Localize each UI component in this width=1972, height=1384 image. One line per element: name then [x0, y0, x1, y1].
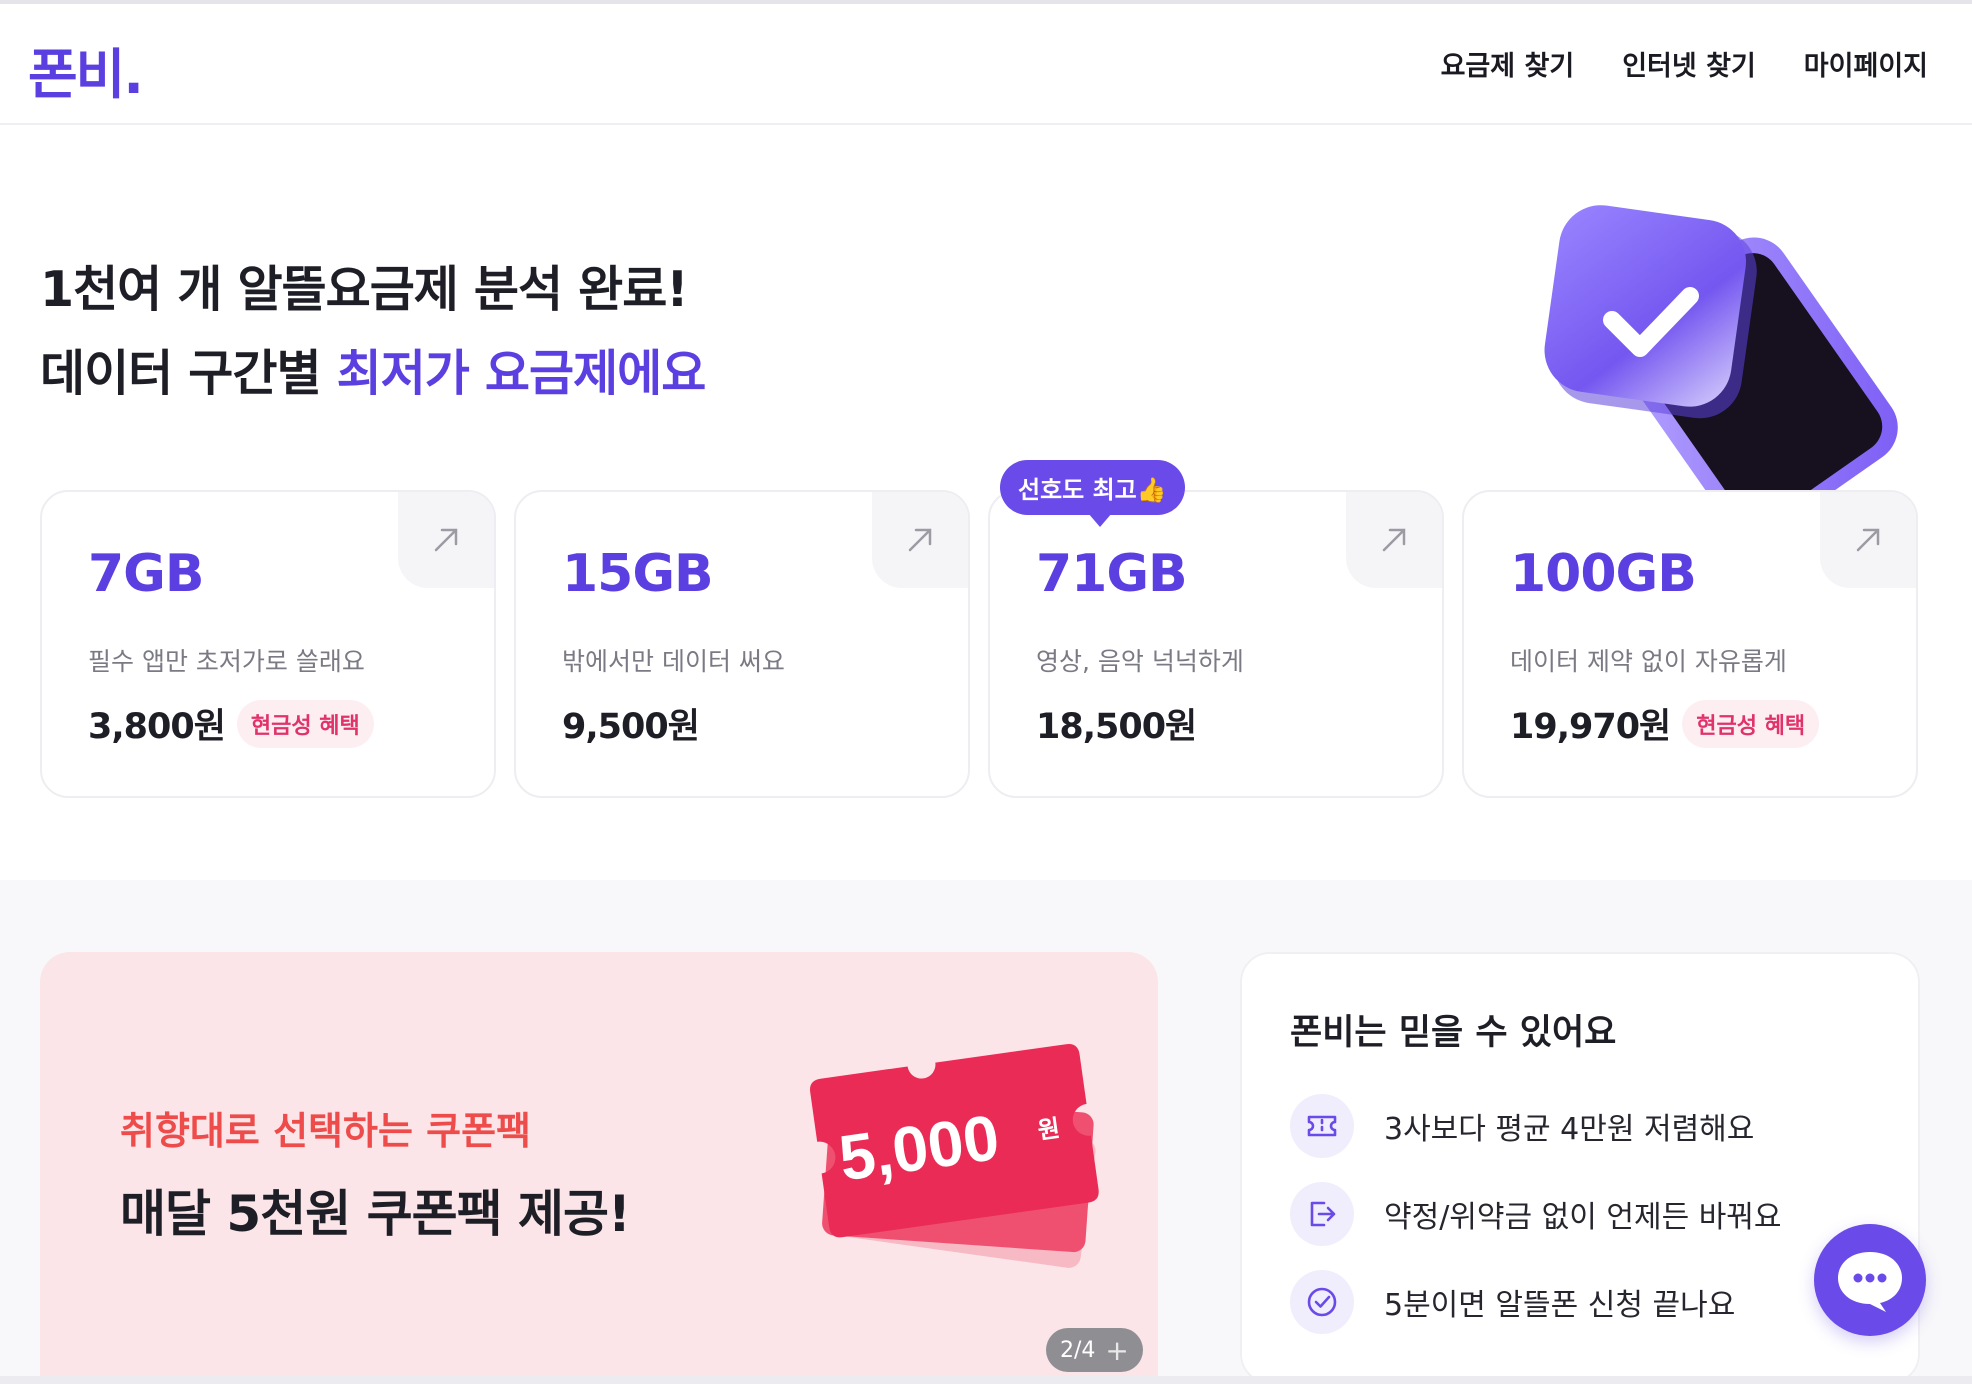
card-corner	[1346, 492, 1442, 588]
hero-line-1: 1천여 개 알뜰요금제 분석 완료!	[40, 261, 689, 318]
plan-card-100gb[interactable]: 100GB 데이터 제약 없이 자유롭게 19,970원 현금성 혜택	[1462, 490, 1918, 798]
nav-internet-finder[interactable]: 인터넷 찾기	[1622, 44, 1756, 83]
plus-icon: +	[1105, 1333, 1129, 1367]
bottom-border	[0, 1376, 1972, 1384]
plan-description: 밖에서만 데이터 써요	[562, 647, 785, 676]
cash-benefit-badge: 현금성 혜택	[236, 699, 374, 748]
hero-line-2: 데이터 구간별	[40, 345, 337, 402]
plan-card-71gb[interactable]: 71GB 영상, 음악 넉넉하게 18,500원	[988, 490, 1444, 798]
nav-plan-finder[interactable]: 요금제 찾기	[1441, 44, 1575, 83]
nav-mypage[interactable]: 마이페이지	[1804, 44, 1928, 83]
plan-card-7gb[interactable]: 7GB 필수 앱만 초저가로 쓸래요 3,800원 현금성 혜택	[40, 490, 496, 798]
coupon-unit: 원	[1036, 1114, 1062, 1145]
exit-icon	[1290, 1182, 1354, 1246]
trust-item: 5분이면 알뜰폰 신청 끝나요	[1290, 1270, 1735, 1334]
hero-title: 1천여 개 알뜰요금제 분석 완료! 데이터 구간별 최저가 요금제에요	[40, 248, 707, 416]
plan-description: 영상, 음악 넉넉하게	[1036, 647, 1244, 676]
plan-data-amount: 15GB	[562, 544, 714, 604]
price-row: 9,500원	[562, 698, 700, 749]
logo[interactable]: 폰비.	[28, 30, 144, 109]
plan-cards: 7GB 필수 앱만 초저가로 쓸래요 3,800원 현금성 혜택 15GB 밖에…	[40, 490, 1920, 800]
arrow-up-right-icon	[434, 528, 458, 552]
plan-data-amount: 7GB	[88, 544, 204, 604]
cash-benefit-badge: 현금성 혜택	[1682, 699, 1820, 748]
ticket-icon	[1290, 1094, 1354, 1158]
promo-title: 매달 5천원 쿠폰팩 제공!	[120, 1185, 631, 1243]
coupon-ticket-illustration: 5,000 원	[810, 1043, 1099, 1268]
hero-line-2-accent: 최저가 요금제에요	[336, 345, 707, 402]
plan-price: 9,500원	[562, 707, 700, 747]
price-row: 3,800원 현금성 혜택	[88, 698, 374, 749]
popular-tag: 선호도 최고👍	[1000, 460, 1185, 527]
main-nav: 요금제 찾기 인터넷 찾기 마이페이지	[1441, 44, 1928, 83]
trust-item: 약정/위약금 없이 언제든 바꿔요	[1290, 1182, 1782, 1246]
trust-title: 폰비는 믿을 수 있어요	[1290, 1013, 1617, 1053]
promo-subtitle: 취향대로 선택하는 쿠폰팩	[120, 1109, 532, 1153]
trust-item-label: 3사보다 평균 4만원 저렴해요	[1384, 1112, 1755, 1147]
card-corner	[872, 492, 968, 588]
chat-button[interactable]	[1814, 1224, 1926, 1336]
trust-item-label: 약정/위약금 없이 언제든 바꿔요	[1384, 1200, 1782, 1235]
plan-card-15gb[interactable]: 15GB 밖에서만 데이터 써요 9,500원	[514, 490, 970, 798]
banner-pager[interactable]: 2/4 +	[1046, 1328, 1143, 1372]
plan-description: 필수 앱만 초저가로 쓸래요	[88, 647, 365, 676]
coupon-promo-banner[interactable]: 취향대로 선택하는 쿠폰팩 매달 5천원 쿠폰팩 제공! 5,000 원 2/4…	[40, 952, 1158, 1384]
arrow-up-right-icon	[1856, 528, 1880, 552]
trust-item: 3사보다 평균 4만원 저렴해요	[1290, 1094, 1754, 1158]
plan-data-amount: 71GB	[1036, 544, 1188, 604]
chat-bubble-icon	[1838, 1252, 1902, 1312]
plan-description: 데이터 제약 없이 자유롭게	[1510, 647, 1787, 676]
plan-price: 18,500원	[1036, 707, 1197, 747]
pager-count: 2/4	[1060, 1337, 1096, 1363]
card-corner	[398, 492, 494, 588]
arrow-up-right-icon	[908, 528, 932, 552]
plan-price: 19,970원	[1510, 707, 1671, 747]
card-corner	[1820, 492, 1916, 588]
check-circle-icon	[1290, 1270, 1354, 1334]
trust-item-label: 5분이면 알뜰폰 신청 끝나요	[1384, 1288, 1736, 1323]
plan-price: 3,800원	[88, 707, 226, 747]
plan-data-amount: 100GB	[1510, 544, 1697, 604]
price-row: 19,970원 현금성 혜택	[1510, 698, 1820, 749]
arrow-up-right-icon	[1382, 528, 1406, 552]
phone-check-illustration	[1544, 205, 1898, 500]
site-header: 폰비. 요금제 찾기 인터넷 찾기 마이페이지	[0, 4, 1972, 125]
price-row: 18,500원	[1036, 698, 1197, 749]
